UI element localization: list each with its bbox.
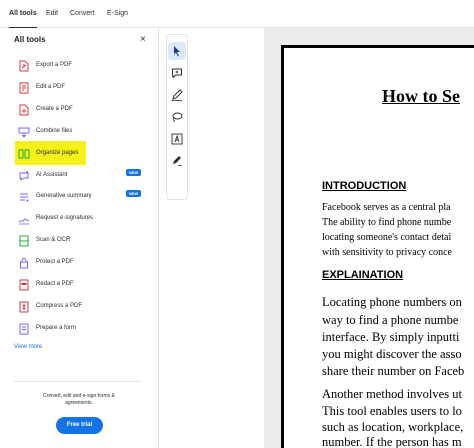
- tool-label: AI Assistant: [36, 172, 68, 178]
- tool-label: Create a PDF: [36, 106, 73, 112]
- promo-divider: [14, 381, 142, 382]
- tool-compress-pdf[interactable]: Compress a PDF: [14, 299, 149, 317]
- scan-ocr-icon: [19, 235, 29, 247]
- tool-generative-summary[interactable]: Generative summary NEW: [14, 189, 149, 207]
- tool-label: Organize pages: [36, 150, 79, 156]
- redact-pdf-icon: [19, 279, 29, 291]
- panel-title: All tools: [14, 35, 46, 44]
- document-text-line: locating someone's contact detai: [322, 232, 452, 243]
- add-text-icon[interactable]: [168, 130, 186, 148]
- document-text-line: Another method involves ut: [322, 387, 462, 401]
- document-text-line: share their number on Faceb: [322, 364, 465, 378]
- tool-organize-pages[interactable]: Organize pages: [14, 146, 149, 164]
- fill-sign-icon[interactable]: [168, 152, 186, 170]
- prepare-form-icon: [19, 323, 29, 335]
- tool-scan-ocr[interactable]: Scan & OCR: [14, 233, 149, 251]
- document-text-line: you might discover the asso: [322, 347, 462, 361]
- tool-export-pdf[interactable]: Export a PDF: [14, 58, 149, 76]
- edit-pdf-icon: [19, 82, 29, 94]
- request-esignatures-icon: [18, 218, 30, 225]
- tool-ai-assistant[interactable]: AI Assistant NEW: [14, 168, 149, 186]
- close-icon[interactable]: ×: [140, 35, 146, 45]
- combine-files-icon: [18, 127, 30, 138]
- export-pdf-icon: [19, 60, 29, 72]
- tool-label: Protect a PDF: [36, 259, 74, 265]
- tool-label: Edit a PDF: [36, 84, 66, 90]
- document-text-line: with sensitivity to privacy conce: [322, 247, 452, 258]
- tool-label: Combine files: [36, 128, 73, 134]
- organize-pages-icon: [18, 149, 30, 159]
- draw-pen-icon[interactable]: [168, 86, 186, 104]
- document-text-line: interface. By simply inputti: [322, 330, 460, 344]
- introduction-heading: INTRODUCTION: [322, 180, 407, 192]
- new-badge: NEW: [126, 169, 142, 176]
- tool-edit-pdf[interactable]: Edit a PDF: [14, 80, 149, 98]
- tab-esign[interactable]: E-Sign: [107, 0, 128, 28]
- add-comment-icon[interactable]: [168, 64, 186, 82]
- all-tools-panel: All tools × Export a PDF Edit a PDF Crea…: [0, 28, 159, 448]
- tool-label: Prepare a form: [36, 325, 77, 331]
- ai-assistant-icon: [19, 171, 29, 181]
- document-text-line: way to find a phone numbe: [322, 313, 459, 327]
- tool-protect-pdf[interactable]: Protect a PDF: [14, 255, 149, 273]
- compress-pdf-icon: [19, 301, 29, 313]
- explaination-heading: EXPLAINATION: [322, 269, 404, 281]
- document-text-line: This tool enables users to lo: [322, 404, 462, 418]
- create-pdf-icon: [19, 104, 29, 116]
- new-badge: NEW: [126, 190, 142, 197]
- document-title: How to Se: [382, 86, 460, 106]
- tool-label: Export a PDF: [36, 62, 73, 68]
- tool-combine-files[interactable]: Combine files: [14, 124, 149, 142]
- tool-label: Compress a PDF: [36, 303, 83, 309]
- tab-convert[interactable]: Convert: [70, 0, 95, 28]
- view-more-link[interactable]: View more: [14, 344, 42, 350]
- document-text-line: The ability to find phone numbe: [322, 217, 452, 228]
- document-text-line: Locating phone numbers on: [322, 295, 462, 309]
- promo-text: Convert, edit and e-sign forms & agreeme…: [43, 393, 115, 406]
- quick-tools-toolbar: [160, 28, 194, 448]
- tool-label: Request e-signatures: [36, 215, 94, 221]
- lasso-icon[interactable]: [168, 108, 186, 126]
- tool-prepare-form[interactable]: Prepare a form: [14, 321, 149, 339]
- tab-edit[interactable]: Edit: [46, 0, 58, 28]
- tool-label: Generative summary: [36, 193, 92, 199]
- select-cursor-icon[interactable]: [168, 42, 186, 60]
- tab-all-tools[interactable]: All tools: [9, 0, 37, 29]
- tool-label: Redact a PDF: [36, 281, 74, 287]
- document-text-line: Facebook serves as a central pla: [322, 202, 451, 213]
- document-text-line: such as location, workplace,: [322, 420, 464, 434]
- tool-create-pdf[interactable]: Create a PDF: [14, 102, 149, 120]
- document-text-line: number. If the person has m: [322, 435, 462, 448]
- protect-pdf-icon: [20, 258, 28, 269]
- tool-redact-pdf[interactable]: Redact a PDF: [14, 277, 149, 295]
- free-trial-button[interactable]: Free trial: [56, 417, 103, 434]
- tool-label: Scan & OCR: [36, 237, 71, 243]
- tool-request-esignatures[interactable]: Request e-signatures: [14, 211, 149, 229]
- top-menu-bar: All tools Edit Convert E-Sign: [0, 0, 474, 29]
- generative-summary-icon: [20, 193, 29, 202]
